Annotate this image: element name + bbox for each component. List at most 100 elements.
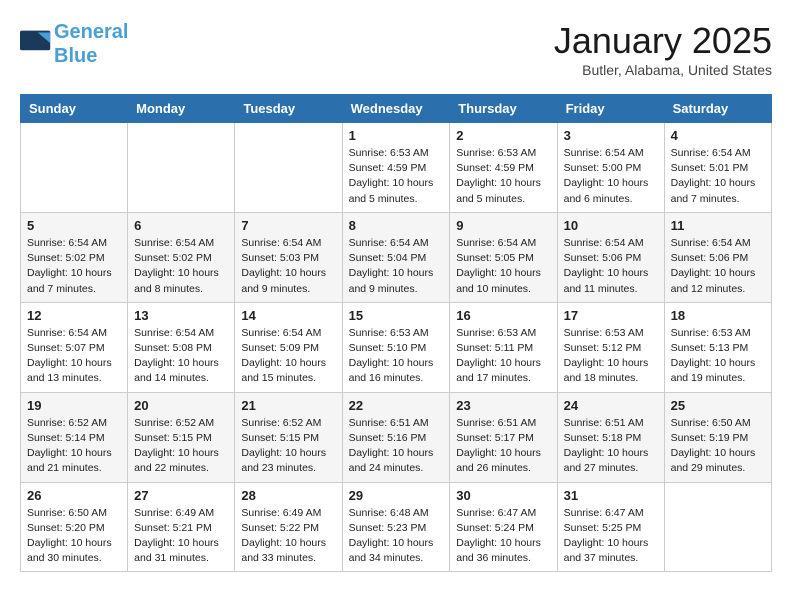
day-number: 26 <box>27 488 121 503</box>
day-cell: 4 Sunrise: 6:54 AMSunset: 5:01 PMDaylight… <box>664 123 771 213</box>
header-sunday: Sunday <box>21 95 128 123</box>
day-number: 2 <box>456 128 550 143</box>
day-cell: 25 Sunrise: 6:50 AMSunset: 5:19 PMDayligh… <box>664 392 771 482</box>
day-number: 16 <box>456 308 550 323</box>
day-number: 4 <box>671 128 765 143</box>
day-info: Sunrise: 6:49 AMSunset: 5:21 PMDaylight:… <box>134 506 228 567</box>
month-title: January 2025 <box>554 20 772 62</box>
day-info: Sunrise: 6:51 AMSunset: 5:18 PMDaylight:… <box>564 416 658 477</box>
day-info: Sunrise: 6:51 AMSunset: 5:16 PMDaylight:… <box>349 416 444 477</box>
header-monday: Monday <box>128 95 235 123</box>
header-friday: Friday <box>557 95 664 123</box>
day-number: 24 <box>564 398 658 413</box>
day-info: Sunrise: 6:51 AMSunset: 5:17 PMDaylight:… <box>456 416 550 477</box>
day-info: Sunrise: 6:54 AMSunset: 5:01 PMDaylight:… <box>671 146 765 207</box>
day-cell <box>21 123 128 213</box>
calendar-header-row: SundayMondayTuesdayWednesdayThursdayFrid… <box>21 95 772 123</box>
day-info: Sunrise: 6:54 AMSunset: 5:04 PMDaylight:… <box>349 236 444 297</box>
day-number: 5 <box>27 218 121 233</box>
day-info: Sunrise: 6:53 AMSunset: 5:13 PMDaylight:… <box>671 326 765 387</box>
day-cell: 29 Sunrise: 6:48 AMSunset: 5:23 PMDayligh… <box>342 482 450 572</box>
day-info: Sunrise: 6:53 AMSunset: 5:11 PMDaylight:… <box>456 326 550 387</box>
day-info: Sunrise: 6:52 AMSunset: 5:15 PMDaylight:… <box>241 416 335 477</box>
day-cell: 23Sunrise: 6:51 AMSunset: 5:17 PMDayligh… <box>450 392 557 482</box>
day-number: 12 <box>27 308 121 323</box>
day-number: 6 <box>134 218 228 233</box>
day-cell: 28 Sunrise: 6:49 AMSunset: 5:22 PMDayligh… <box>235 482 342 572</box>
day-cell: 11Sunrise: 6:54 AMSunset: 5:06 PMDayligh… <box>664 212 771 302</box>
day-cell: 5Sunrise: 6:54 AMSunset: 5:02 PMDaylight… <box>21 212 128 302</box>
day-number: 14 <box>241 308 335 323</box>
day-cell: 10 Sunrise: 6:54 AMSunset: 5:06 PMDayligh… <box>557 212 664 302</box>
day-info: Sunrise: 6:54 AMSunset: 5:06 PMDaylight:… <box>564 236 658 297</box>
day-cell: 13 Sunrise: 6:54 AMSunset: 5:08 PMDayligh… <box>128 302 235 392</box>
day-cell: 22 Sunrise: 6:51 AMSunset: 5:16 PMDayligh… <box>342 392 450 482</box>
calendar-table: SundayMondayTuesdayWednesdayThursdayFrid… <box>20 94 772 572</box>
day-info: Sunrise: 6:47 AMSunset: 5:24 PMDaylight:… <box>456 506 550 567</box>
day-cell <box>664 482 771 572</box>
day-number: 29 <box>349 488 444 503</box>
day-info: Sunrise: 6:54 AMSunset: 5:08 PMDaylight:… <box>134 326 228 387</box>
day-cell <box>235 123 342 213</box>
day-cell: 8 Sunrise: 6:54 AMSunset: 5:04 PMDaylight… <box>342 212 450 302</box>
day-cell: 3 Sunrise: 6:54 AMSunset: 5:00 PMDaylight… <box>557 123 664 213</box>
day-info: Sunrise: 6:54 AMSunset: 5:09 PMDaylight:… <box>241 326 335 387</box>
day-cell: 15Sunrise: 6:53 AMSunset: 5:10 PMDayligh… <box>342 302 450 392</box>
day-number: 27 <box>134 488 228 503</box>
logo-icon <box>20 30 52 58</box>
day-number: 11 <box>671 218 765 233</box>
day-cell: 1Sunrise: 6:53 AMSunset: 4:59 PMDaylight… <box>342 123 450 213</box>
day-number: 31 <box>564 488 658 503</box>
day-cell: 30 Sunrise: 6:47 AMSunset: 5:24 PMDayligh… <box>450 482 557 572</box>
day-info: Sunrise: 6:52 AMSunset: 5:14 PMDaylight:… <box>27 416 121 477</box>
day-number: 19 <box>27 398 121 413</box>
day-cell: 31Sunrise: 6:47 AMSunset: 5:25 PMDayligh… <box>557 482 664 572</box>
day-cell: 17 Sunrise: 6:53 AMSunset: 5:12 PMDayligh… <box>557 302 664 392</box>
week-row-4: 19 Sunrise: 6:52 AMSunset: 5:14 PMDayligh… <box>21 392 772 482</box>
week-row-2: 5Sunrise: 6:54 AMSunset: 5:02 PMDaylight… <box>21 212 772 302</box>
day-cell: 6Sunrise: 6:54 AMSunset: 5:02 PMDaylight… <box>128 212 235 302</box>
day-info: Sunrise: 6:52 AMSunset: 5:15 PMDaylight:… <box>134 416 228 477</box>
day-cell: 2 Sunrise: 6:53 AMSunset: 4:59 PMDaylight… <box>450 123 557 213</box>
day-number: 3 <box>564 128 658 143</box>
day-cell: 12 Sunrise: 6:54 AMSunset: 5:07 PMDayligh… <box>21 302 128 392</box>
day-number: 28 <box>241 488 335 503</box>
day-info: Sunrise: 6:54 AMSunset: 5:03 PMDaylight:… <box>241 236 335 297</box>
header-tuesday: Tuesday <box>235 95 342 123</box>
day-number: 30 <box>456 488 550 503</box>
day-number: 20 <box>134 398 228 413</box>
day-info: Sunrise: 6:54 AMSunset: 5:05 PMDaylight:… <box>456 236 550 297</box>
day-number: 8 <box>349 218 444 233</box>
header-wednesday: Wednesday <box>342 95 450 123</box>
header-saturday: Saturday <box>664 95 771 123</box>
day-cell: 14 Sunrise: 6:54 AMSunset: 5:09 PMDayligh… <box>235 302 342 392</box>
day-number: 7 <box>241 218 335 233</box>
week-row-5: 26 Sunrise: 6:50 AMSunset: 5:20 PMDayligh… <box>21 482 772 572</box>
day-number: 17 <box>564 308 658 323</box>
day-cell: 18Sunrise: 6:53 AMSunset: 5:13 PMDayligh… <box>664 302 771 392</box>
day-number: 22 <box>349 398 444 413</box>
page-header: General Blue January 2025 Butler, Alabam… <box>20 20 772 78</box>
title-block: January 2025 Butler, Alabama, United Sta… <box>554 20 772 78</box>
day-info: Sunrise: 6:50 AMSunset: 5:19 PMDaylight:… <box>671 416 765 477</box>
day-number: 10 <box>564 218 658 233</box>
day-info: Sunrise: 6:53 AMSunset: 5:10 PMDaylight:… <box>349 326 444 387</box>
week-row-1: 1 Sunrise: 6:53 AMSunset: 4:59 PMDaylight… <box>21 123 772 213</box>
day-info: Sunrise: 6:50 AMSunset: 5:20 PMDaylight:… <box>27 506 121 567</box>
day-cell: 27 Sunrise: 6:49 AMSunset: 5:21 PMDayligh… <box>128 482 235 572</box>
day-cell <box>128 123 235 213</box>
day-info: Sunrise: 6:53 AMSunset: 4:59 PMDaylight:… <box>456 146 550 207</box>
logo-text: General Blue <box>54 20 128 68</box>
day-info: Sunrise: 6:48 AMSunset: 5:23 PMDaylight:… <box>349 506 444 567</box>
day-number: 21 <box>241 398 335 413</box>
day-number: 13 <box>134 308 228 323</box>
day-number: 9 <box>456 218 550 233</box>
day-cell: 21 Sunrise: 6:52 AMSunset: 5:15 PMDayligh… <box>235 392 342 482</box>
day-info: Sunrise: 6:53 AMSunset: 5:12 PMDaylight:… <box>564 326 658 387</box>
day-number: 25 <box>671 398 765 413</box>
day-info: Sunrise: 6:54 AMSunset: 5:07 PMDaylight:… <box>27 326 121 387</box>
day-info: Sunrise: 6:54 AMSunset: 5:00 PMDaylight:… <box>564 146 658 207</box>
day-number: 1 <box>349 128 444 143</box>
day-info: Sunrise: 6:49 AMSunset: 5:22 PMDaylight:… <box>241 506 335 567</box>
day-cell: 16 Sunrise: 6:53 AMSunset: 5:11 PMDayligh… <box>450 302 557 392</box>
